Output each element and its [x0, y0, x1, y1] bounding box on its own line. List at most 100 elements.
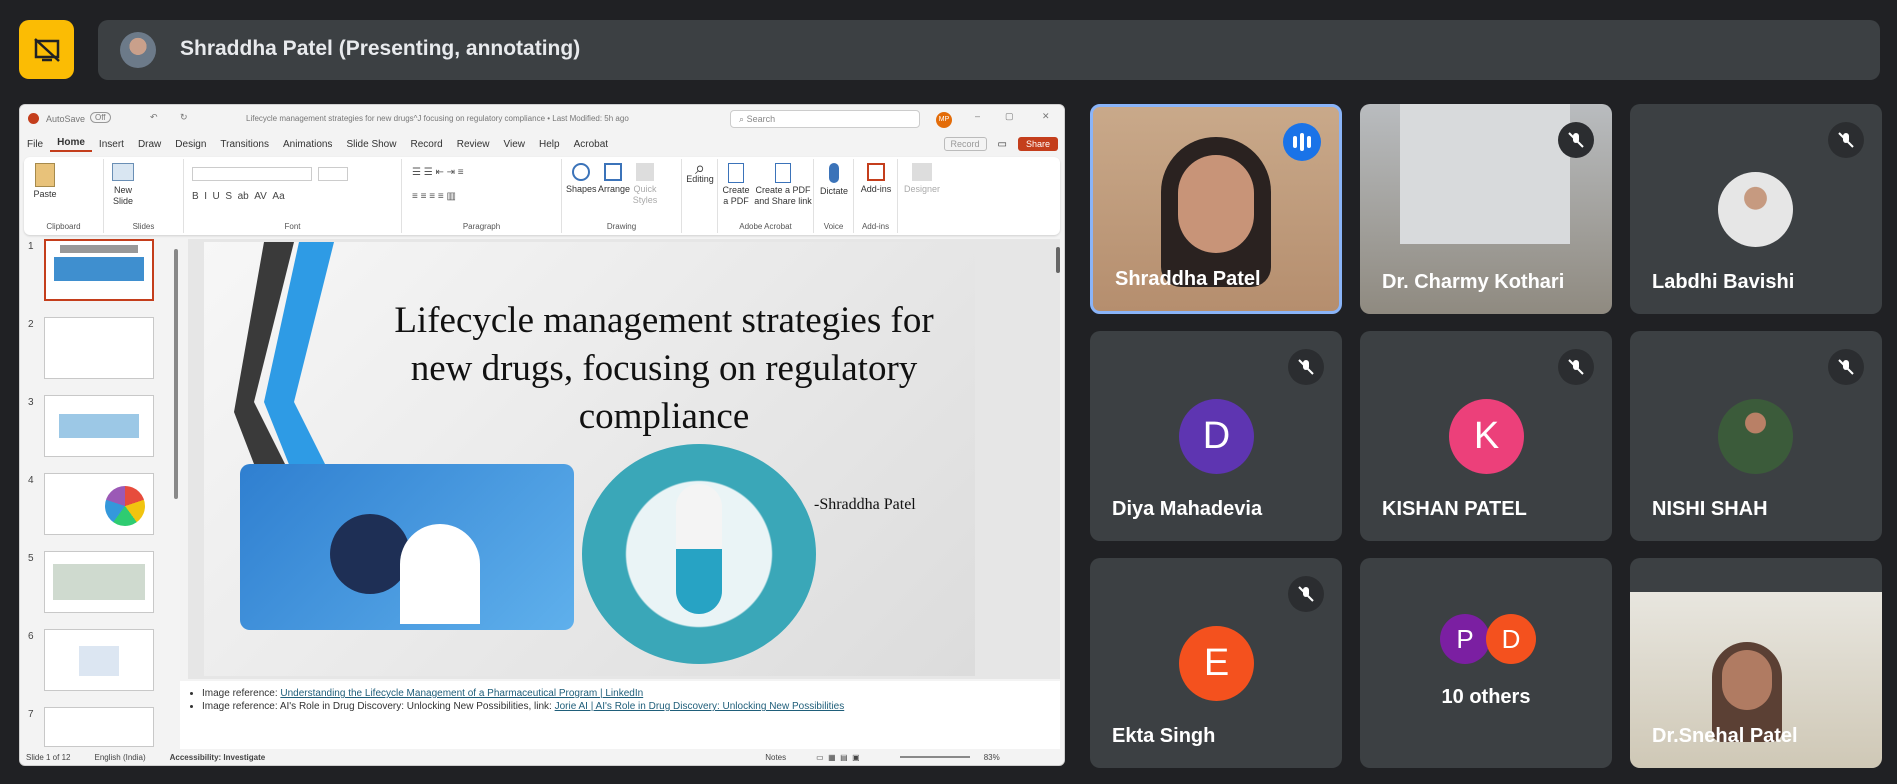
user-avatar[interactable]: MP — [936, 112, 952, 128]
bullets-icon[interactable]: ☰ ☰ ⇤ ⇥ ≡ — [412, 167, 464, 178]
slide-editor[interactable]: Lifecycle management strategies for new … — [188, 239, 1060, 679]
capsule-illustration — [582, 444, 816, 664]
menu-home[interactable]: Home — [50, 137, 92, 152]
participant-name: Ekta Singh — [1112, 725, 1216, 747]
close-icon[interactable]: ✕ — [1042, 111, 1050, 122]
designer-button[interactable]: Designer — [902, 163, 942, 195]
record-button[interactable]: Record — [943, 137, 987, 151]
powerpoint-logo-icon — [28, 113, 39, 124]
share-button[interactable]: Share — [1017, 137, 1058, 151]
menu-animations[interactable]: Animations — [276, 139, 339, 150]
mic-off-icon — [1558, 122, 1594, 158]
current-slide[interactable]: Lifecycle management strategies for new … — [204, 242, 975, 676]
font-style-buttons[interactable]: B I U S ab AV Aa — [192, 191, 285, 202]
comments-icon[interactable]: ▭ — [991, 139, 1014, 150]
note-prefix: Image reference: AI's Role in Drug Disco… — [202, 701, 555, 712]
align-icons[interactable]: ≡ ≡ ≡ ≡ ▥ — [412, 191, 456, 202]
undo-icon[interactable]: ↶ — [150, 112, 158, 123]
addins-button[interactable]: Add-ins — [858, 163, 894, 195]
menu-design[interactable]: Design — [168, 139, 213, 150]
editing-button[interactable]: ⌕ Editing — [684, 159, 716, 185]
document-title[interactable]: Lifecycle management strategies for new … — [246, 114, 629, 123]
ribbon-group-font: B I U S ab AV Aa Font — [184, 159, 402, 233]
participant-tile-others[interactable]: P D 10 others — [1360, 558, 1612, 768]
menu-file[interactable]: File — [20, 139, 50, 150]
thumb-number: 6 — [28, 631, 34, 642]
quick-styles-button[interactable]: Quick Styles — [630, 163, 660, 206]
participant-tile-charmy[interactable]: Dr. Charmy Kothari — [1360, 104, 1612, 314]
mic-off-icon — [1288, 576, 1324, 612]
zoom-level[interactable]: 83% — [984, 753, 1000, 762]
clipboard-label: Clipboard — [46, 222, 81, 231]
notes-toggle[interactable]: Notes — [765, 753, 786, 762]
note-link-1[interactable]: Understanding the Lifecycle Management o… — [280, 688, 643, 699]
zoom-slider[interactable] — [899, 756, 970, 758]
participant-tile-snehal[interactable]: Dr.Snehal Patel — [1630, 558, 1882, 768]
redo-icon[interactable]: ↻ — [180, 112, 188, 123]
stop-presenting-button[interactable] — [19, 20, 74, 79]
menu-insert[interactable]: Insert — [92, 139, 131, 150]
participant-tile-shraddha[interactable]: Shraddha Patel — [1090, 104, 1342, 314]
participant-avatar — [1718, 399, 1793, 474]
ribbon-group-voice: Dictate Voice — [814, 159, 854, 233]
ribbon-group-acrobat: Create a PDF Create a PDF and Share link… — [718, 159, 814, 233]
search-box[interactable]: ⌕ Search — [730, 110, 920, 128]
menu-view[interactable]: View — [497, 139, 533, 150]
menu-slide-show[interactable]: Slide Show — [339, 139, 403, 150]
participant-face — [1178, 155, 1254, 253]
ppt-status-bar: Slide 1 of 12 English (India) Accessibil… — [20, 749, 1064, 765]
participant-tile-diya[interactable]: D Diya Mahadevia — [1090, 331, 1342, 541]
adobe-acrobat-label: Adobe Acrobat — [739, 222, 792, 231]
thumb-number: 5 — [28, 553, 34, 564]
slide-author[interactable]: -Shraddha Patel — [814, 496, 916, 514]
note-line-2: Image reference: AI's Role in Drug Disco… — [202, 700, 1050, 713]
thumb-number: 4 — [28, 475, 34, 486]
others-avatar-p: P — [1440, 614, 1490, 664]
slide-thumbnail-3[interactable] — [44, 395, 154, 457]
create-pdf-share-button[interactable]: Create a PDF and Share link — [754, 163, 812, 207]
language[interactable]: English (India) — [94, 753, 145, 762]
thumbnail-scrollbar[interactable] — [174, 249, 178, 499]
slide-scrollbar[interactable] — [1056, 247, 1060, 273]
dictate-button[interactable]: Dictate — [818, 163, 850, 197]
minimize-icon[interactable]: – — [975, 111, 980, 121]
ribbon-group-drawing: Shapes Arrange Quick Styles Drawing — [562, 159, 682, 233]
arrange-button[interactable]: Arrange — [598, 163, 630, 195]
thumb-number: 2 — [28, 319, 34, 330]
participant-tile-ekta[interactable]: E Ekta Singh — [1090, 558, 1342, 768]
maximize-icon[interactable]: ▢ — [1005, 111, 1014, 122]
menu-record[interactable]: Record — [403, 139, 449, 150]
autosave-toggle[interactable]: Off — [90, 112, 111, 123]
voice-label: Voice — [823, 222, 844, 231]
slide-thumbnail-7[interactable] — [44, 707, 154, 747]
participant-tile-kishan[interactable]: K KISHAN PATEL — [1360, 331, 1612, 541]
create-pdf-button[interactable]: Create a PDF — [720, 163, 752, 207]
participant-tile-labdhi[interactable]: Labdhi Bavishi — [1630, 104, 1882, 314]
font-family-select[interactable] — [192, 167, 312, 181]
mic-off-icon — [1828, 349, 1864, 385]
menu-transitions[interactable]: Transitions — [213, 139, 276, 150]
slide-thumbnail-5[interactable] — [44, 551, 154, 613]
menu-review[interactable]: Review — [450, 139, 497, 150]
menu-help[interactable]: Help — [532, 139, 567, 150]
accessibility-status[interactable]: Accessibility: Investigate — [170, 753, 266, 762]
slide-thumbnail-6[interactable] — [44, 629, 154, 691]
participant-tile-nishi[interactable]: NISHI SHAH — [1630, 331, 1882, 541]
slide-thumbnail-4[interactable] — [44, 473, 154, 535]
view-buttons[interactable]: ▭ ▦ ▤ ▣ — [816, 753, 860, 762]
new-slide-button[interactable]: New Slide — [108, 163, 138, 207]
speaker-notes[interactable]: Image reference: Understanding the Lifec… — [180, 681, 1060, 751]
create-pdf-share-label: Create a PDF and Share link — [754, 185, 812, 206]
note-link-2[interactable]: Jorie AI | AI's Role in Drug Discovery: … — [555, 701, 845, 712]
shapes-button[interactable]: Shapes — [566, 163, 597, 195]
arrange-icon — [604, 163, 622, 181]
participant-name: NISHI SHAH — [1652, 498, 1768, 520]
menu-acrobat[interactable]: Acrobat — [567, 139, 615, 150]
slide-title[interactable]: Lifecycle management strategies for new … — [384, 297, 944, 441]
font-size-select[interactable] — [318, 167, 348, 181]
paste-button[interactable]: Paste — [30, 163, 60, 200]
menu-draw[interactable]: Draw — [131, 139, 168, 150]
participant-initial: D — [1179, 399, 1254, 474]
slide-thumbnail-1[interactable] — [44, 239, 154, 301]
slide-thumbnail-2[interactable] — [44, 317, 154, 379]
